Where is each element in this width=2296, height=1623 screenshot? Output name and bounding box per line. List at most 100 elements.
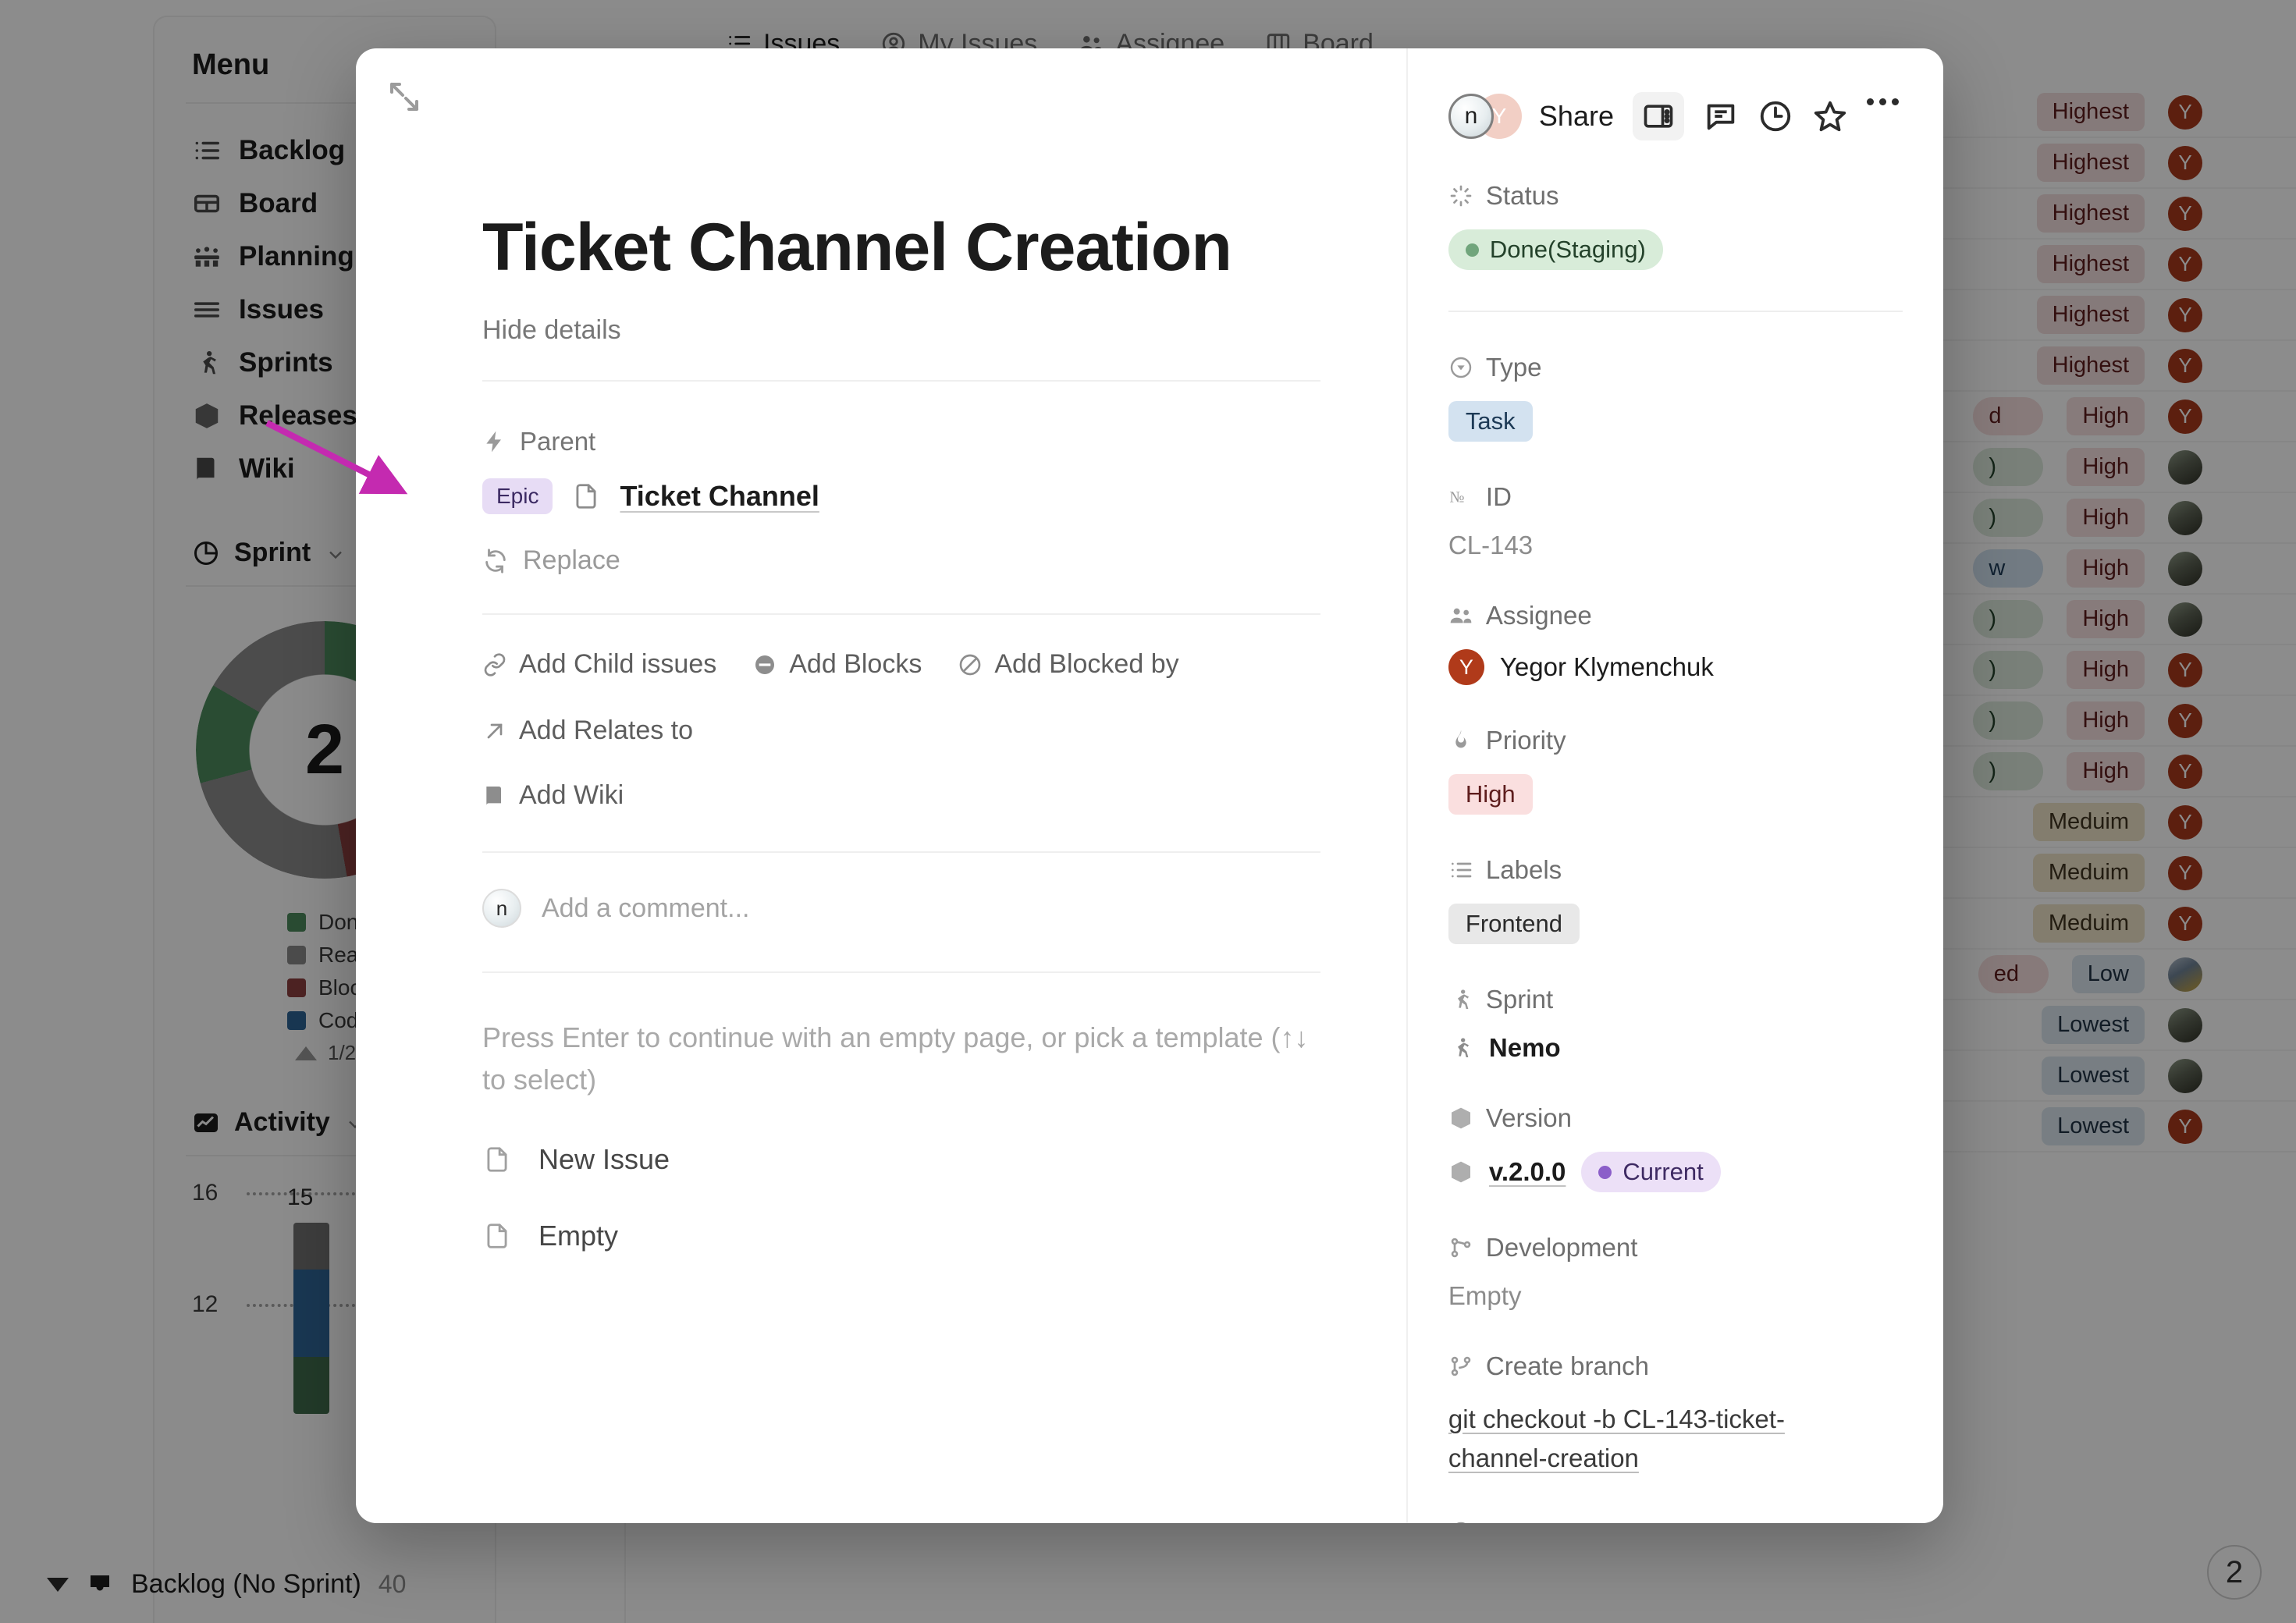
status-value-text: Done(Staging) — [1489, 236, 1646, 263]
current-version-badge[interactable]: Current — [1581, 1152, 1721, 1192]
reporter-label-text: Reporter — [1486, 1518, 1586, 1523]
link-label: Add Wiki — [519, 780, 624, 811]
parent-value-row[interactable]: Epic Ticket Channel — [482, 478, 1320, 515]
link-icon — [482, 652, 507, 677]
priority-badge[interactable]: High — [1448, 774, 1533, 815]
template-option-empty[interactable]: Empty — [482, 1218, 1320, 1254]
assignee-value-row[interactable]: Y Yegor Klymenchuk — [1448, 649, 1903, 685]
star-icon[interactable] — [1812, 98, 1848, 134]
replace-label: Replace — [523, 545, 620, 576]
create-branch-label-text: Create branch — [1485, 1351, 1650, 1380]
link-label: Add Relates to — [519, 716, 694, 746]
assignee-label-text: Assignee — [1485, 601, 1592, 630]
circle-chevron-down-icon — [1448, 355, 1473, 380]
type-label-text: Type — [1485, 353, 1542, 382]
version-value-row[interactable]: v.2.0.0 Current — [1448, 1152, 1903, 1192]
labels-label-text: Labels — [1485, 855, 1562, 884]
issue-detail-modal: Ticket Channel Creation Hide details Par… — [356, 48, 1943, 1523]
add-wiki-button[interactable]: Add Wiki — [482, 780, 624, 811]
box-icon — [1448, 1106, 1473, 1131]
people-icon — [1448, 603, 1473, 628]
annotation-arrow — [265, 420, 408, 495]
book-icon — [482, 783, 507, 808]
branch-icon — [1448, 1235, 1473, 1260]
version-link[interactable]: v.2.0.0 — [1489, 1157, 1566, 1187]
history-clock-icon[interactable] — [1758, 98, 1793, 134]
page-title[interactable]: Ticket Channel Creation — [482, 212, 1320, 283]
add-child-issues-button[interactable]: Add Child issues — [482, 649, 716, 680]
status-field-label: Status — [1448, 181, 1903, 211]
modal-main-column: Ticket Channel Creation Hide details Par… — [356, 48, 1406, 1523]
avatar: n — [1448, 94, 1494, 139]
sprint-label-text: Sprint — [1485, 985, 1554, 1014]
assignee-field-label: Assignee — [1448, 601, 1903, 630]
link-label: Add Blocks — [789, 649, 922, 680]
priority-value-row[interactable]: High — [1448, 774, 1903, 815]
template-option-new-issue[interactable]: New Issue — [482, 1142, 1320, 1177]
avatar: n — [482, 889, 521, 929]
current-version-text: Current — [1622, 1158, 1704, 1185]
id-label-text: ID — [1485, 482, 1512, 511]
template-option-label: Empty — [538, 1220, 619, 1252]
properties-list: Status Done(Staging) Type Task № ID CL-1… — [1408, 181, 1943, 1523]
comment-input-placeholder[interactable]: Add a comment... — [542, 893, 749, 924]
refresh-icon — [482, 548, 509, 574]
add-relates-to-button[interactable]: Add Relates to — [482, 716, 693, 746]
labels-value-row[interactable]: Frontend — [1448, 904, 1903, 944]
modal-toolbar: n Y Share — [1408, 48, 1943, 140]
modal-body: Ticket Channel Creation Hide details Par… — [356, 48, 1406, 1254]
arrow-up-right-icon — [482, 719, 507, 744]
add-comment-row[interactable]: n Add a comment... — [482, 889, 1320, 929]
hide-details-toggle[interactable]: Hide details — [482, 315, 1320, 346]
development-value: Empty — [1448, 1281, 1522, 1310]
svg-text:№: № — [1449, 489, 1464, 506]
wiki-action-row: Add Wiki — [482, 780, 1320, 811]
assistant-glyph: 2 — [2225, 1554, 2244, 1589]
add-blocked-by-button[interactable]: Add Blocked by — [958, 649, 1179, 680]
parent-label-text: Parent — [520, 427, 596, 456]
flame-icon — [1448, 728, 1473, 753]
runner-icon — [1448, 1035, 1473, 1060]
expand-icon[interactable] — [386, 78, 423, 115]
spinner-icon — [1448, 183, 1473, 208]
comment-icon[interactable] — [1703, 98, 1739, 134]
create-branch-command[interactable]: git checkout -b CL-143-ticket-channel-cr… — [1448, 1400, 1823, 1477]
divider — [482, 613, 1320, 616]
assignee-name: Yegor Klymenchuk — [1499, 652, 1714, 681]
type-value-row[interactable]: Task — [1448, 401, 1903, 442]
epic-badge[interactable]: Epic — [482, 478, 553, 515]
divider — [482, 971, 1320, 974]
share-button[interactable]: Share — [1539, 100, 1614, 133]
box-icon — [1448, 1160, 1473, 1184]
side-panel-icon[interactable] — [1633, 92, 1684, 140]
user-circle-icon — [1448, 1520, 1473, 1523]
priority-field-label: Priority — [1448, 726, 1903, 755]
minus-circle-icon — [752, 652, 777, 677]
more-horizontal-icon[interactable] — [1867, 98, 1903, 134]
parent-field-label: Parent — [482, 427, 1320, 456]
type-field-label: Type — [1448, 353, 1903, 382]
git-branch-icon — [1448, 1354, 1473, 1379]
assistant-icon[interactable]: 2 — [2207, 1545, 2262, 1600]
properties-panel: n Y Share Status Done(Staging) Type Task… — [1406, 48, 1943, 1523]
id-field-label: № ID — [1448, 482, 1903, 512]
replace-parent-button[interactable]: Replace — [482, 545, 1320, 576]
status-label-text: Status — [1485, 181, 1559, 210]
status-badge[interactable]: Done(Staging) — [1448, 229, 1663, 270]
divider — [1448, 311, 1903, 312]
document-icon — [571, 478, 601, 514]
type-badge[interactable]: Task — [1448, 401, 1533, 442]
parent-issue-link[interactable]: Ticket Channel — [620, 480, 819, 513]
divider — [482, 851, 1320, 854]
template-hint: Press Enter to continue with an empty pa… — [482, 1021, 1309, 1096]
label-badge[interactable]: Frontend — [1448, 904, 1580, 944]
document-icon — [482, 1218, 512, 1254]
link-label: Add Child issues — [519, 649, 717, 680]
avatar-stack: n Y — [1448, 94, 1522, 139]
template-option-label: New Issue — [538, 1143, 670, 1176]
add-blocks-button[interactable]: Add Blocks — [752, 649, 922, 680]
status-dot — [1465, 243, 1479, 257]
sprint-value-row[interactable]: Nemo — [1448, 1033, 1903, 1063]
reporter-field-label: Reporter — [1448, 1518, 1903, 1523]
status-value-row[interactable]: Done(Staging) — [1448, 229, 1903, 270]
